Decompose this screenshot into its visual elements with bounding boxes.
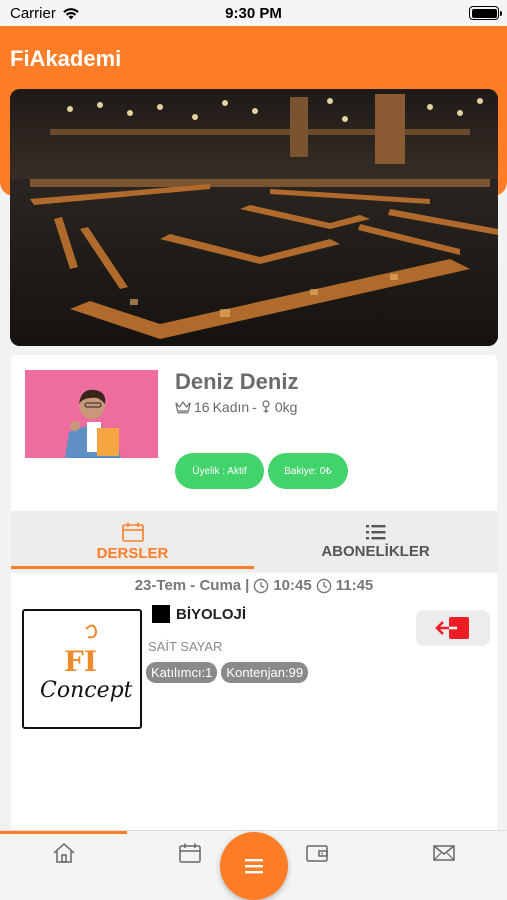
nav-calendar[interactable] <box>176 841 204 865</box>
menu-icon <box>245 859 263 874</box>
carrier-label: Carrier <box>10 4 56 22</box>
balance-badge[interactable]: Bakiye: 0₺ <box>268 453 348 489</box>
user-name: Deniz Deniz <box>175 369 299 394</box>
lesson-title: BİYOLOJİ <box>176 605 247 623</box>
wifi-icon <box>63 7 79 19</box>
nav-mail[interactable] <box>430 841 458 865</box>
calendar-icon <box>121 522 144 542</box>
lesson-end-time: 11:45 <box>335 577 374 594</box>
user-age: 16 <box>194 399 210 415</box>
library-illustration <box>10 89 498 346</box>
status-bar: Carrier 9:30 PM <box>0 0 507 26</box>
quota-chip: Kontenjan:99 <box>221 662 309 683</box>
color-swatch-icon <box>152 605 170 623</box>
date-divider: | <box>245 577 250 594</box>
lesson-chips: Katılımcı:1 Kontenjan:99 <box>146 662 309 683</box>
logo-text-bottom: Concept <box>40 678 133 703</box>
logo-text-top: FI <box>64 645 97 678</box>
lesson-start-time: 10:45 <box>273 577 312 594</box>
clock-icon <box>254 578 269 593</box>
nav-wallet[interactable] <box>303 841 331 865</box>
weight-icon <box>262 400 270 413</box>
wallet-icon <box>306 845 328 862</box>
lesson-logo: FI Concept <box>22 609 142 729</box>
tab-abonelikler[interactable]: ABONELİKLER <box>254 511 497 571</box>
tab-abonelikler-label: ABONELİKLER <box>321 542 430 560</box>
participants-chip: Katılımcı:1 <box>146 662 218 683</box>
app-title: FiAkademi <box>10 46 122 71</box>
mail-icon <box>433 845 455 861</box>
nav-home[interactable] <box>50 841 78 865</box>
leave-lesson-button[interactable] <box>416 610 490 646</box>
carrier-group: Carrier <box>10 5 80 22</box>
lesson-date: 23-Tem - Cuma <box>134 577 242 594</box>
calendar-icon <box>179 843 201 863</box>
hero-image <box>10 89 498 346</box>
profile-tabs: DERSLER ABONELİKLER <box>11 511 497 571</box>
battery-icon <box>469 6 502 20</box>
list-icon <box>365 524 385 539</box>
membership-status-badge[interactable]: Üyelik : Aktif <box>175 453 264 489</box>
home-icon <box>53 842 75 863</box>
meta-separator: - <box>252 399 257 415</box>
lesson-date-row: 23-Tem - Cuma | 10:45 11:45 <box>11 577 497 594</box>
crown-icon <box>175 401 191 414</box>
user-gender: Kadın <box>212 399 250 415</box>
tab-dersler[interactable]: DERSLER <box>11 511 254 571</box>
lesson-list: 23-Tem - Cuma | 10:45 11:45 FI Concept B… <box>11 573 497 833</box>
user-meta: 16 Kadın - 0kg <box>175 399 297 415</box>
lesson-teacher: SAİT SAYAR <box>148 639 223 654</box>
clock-end-icon <box>316 578 332 593</box>
lesson-title-row: BİYOLOJİ <box>152 605 246 623</box>
user-weight: 0kg <box>274 399 298 415</box>
menu-fab-button[interactable] <box>220 832 288 900</box>
tab-dersler-label: DERSLER <box>96 544 169 562</box>
avatar <box>25 370 158 458</box>
active-nav-indicator <box>0 831 127 834</box>
profile-card: Deniz Deniz 16 Kadın - 0kg Üyelik : Akti… <box>11 355 497 571</box>
exit-icon <box>435 617 469 639</box>
